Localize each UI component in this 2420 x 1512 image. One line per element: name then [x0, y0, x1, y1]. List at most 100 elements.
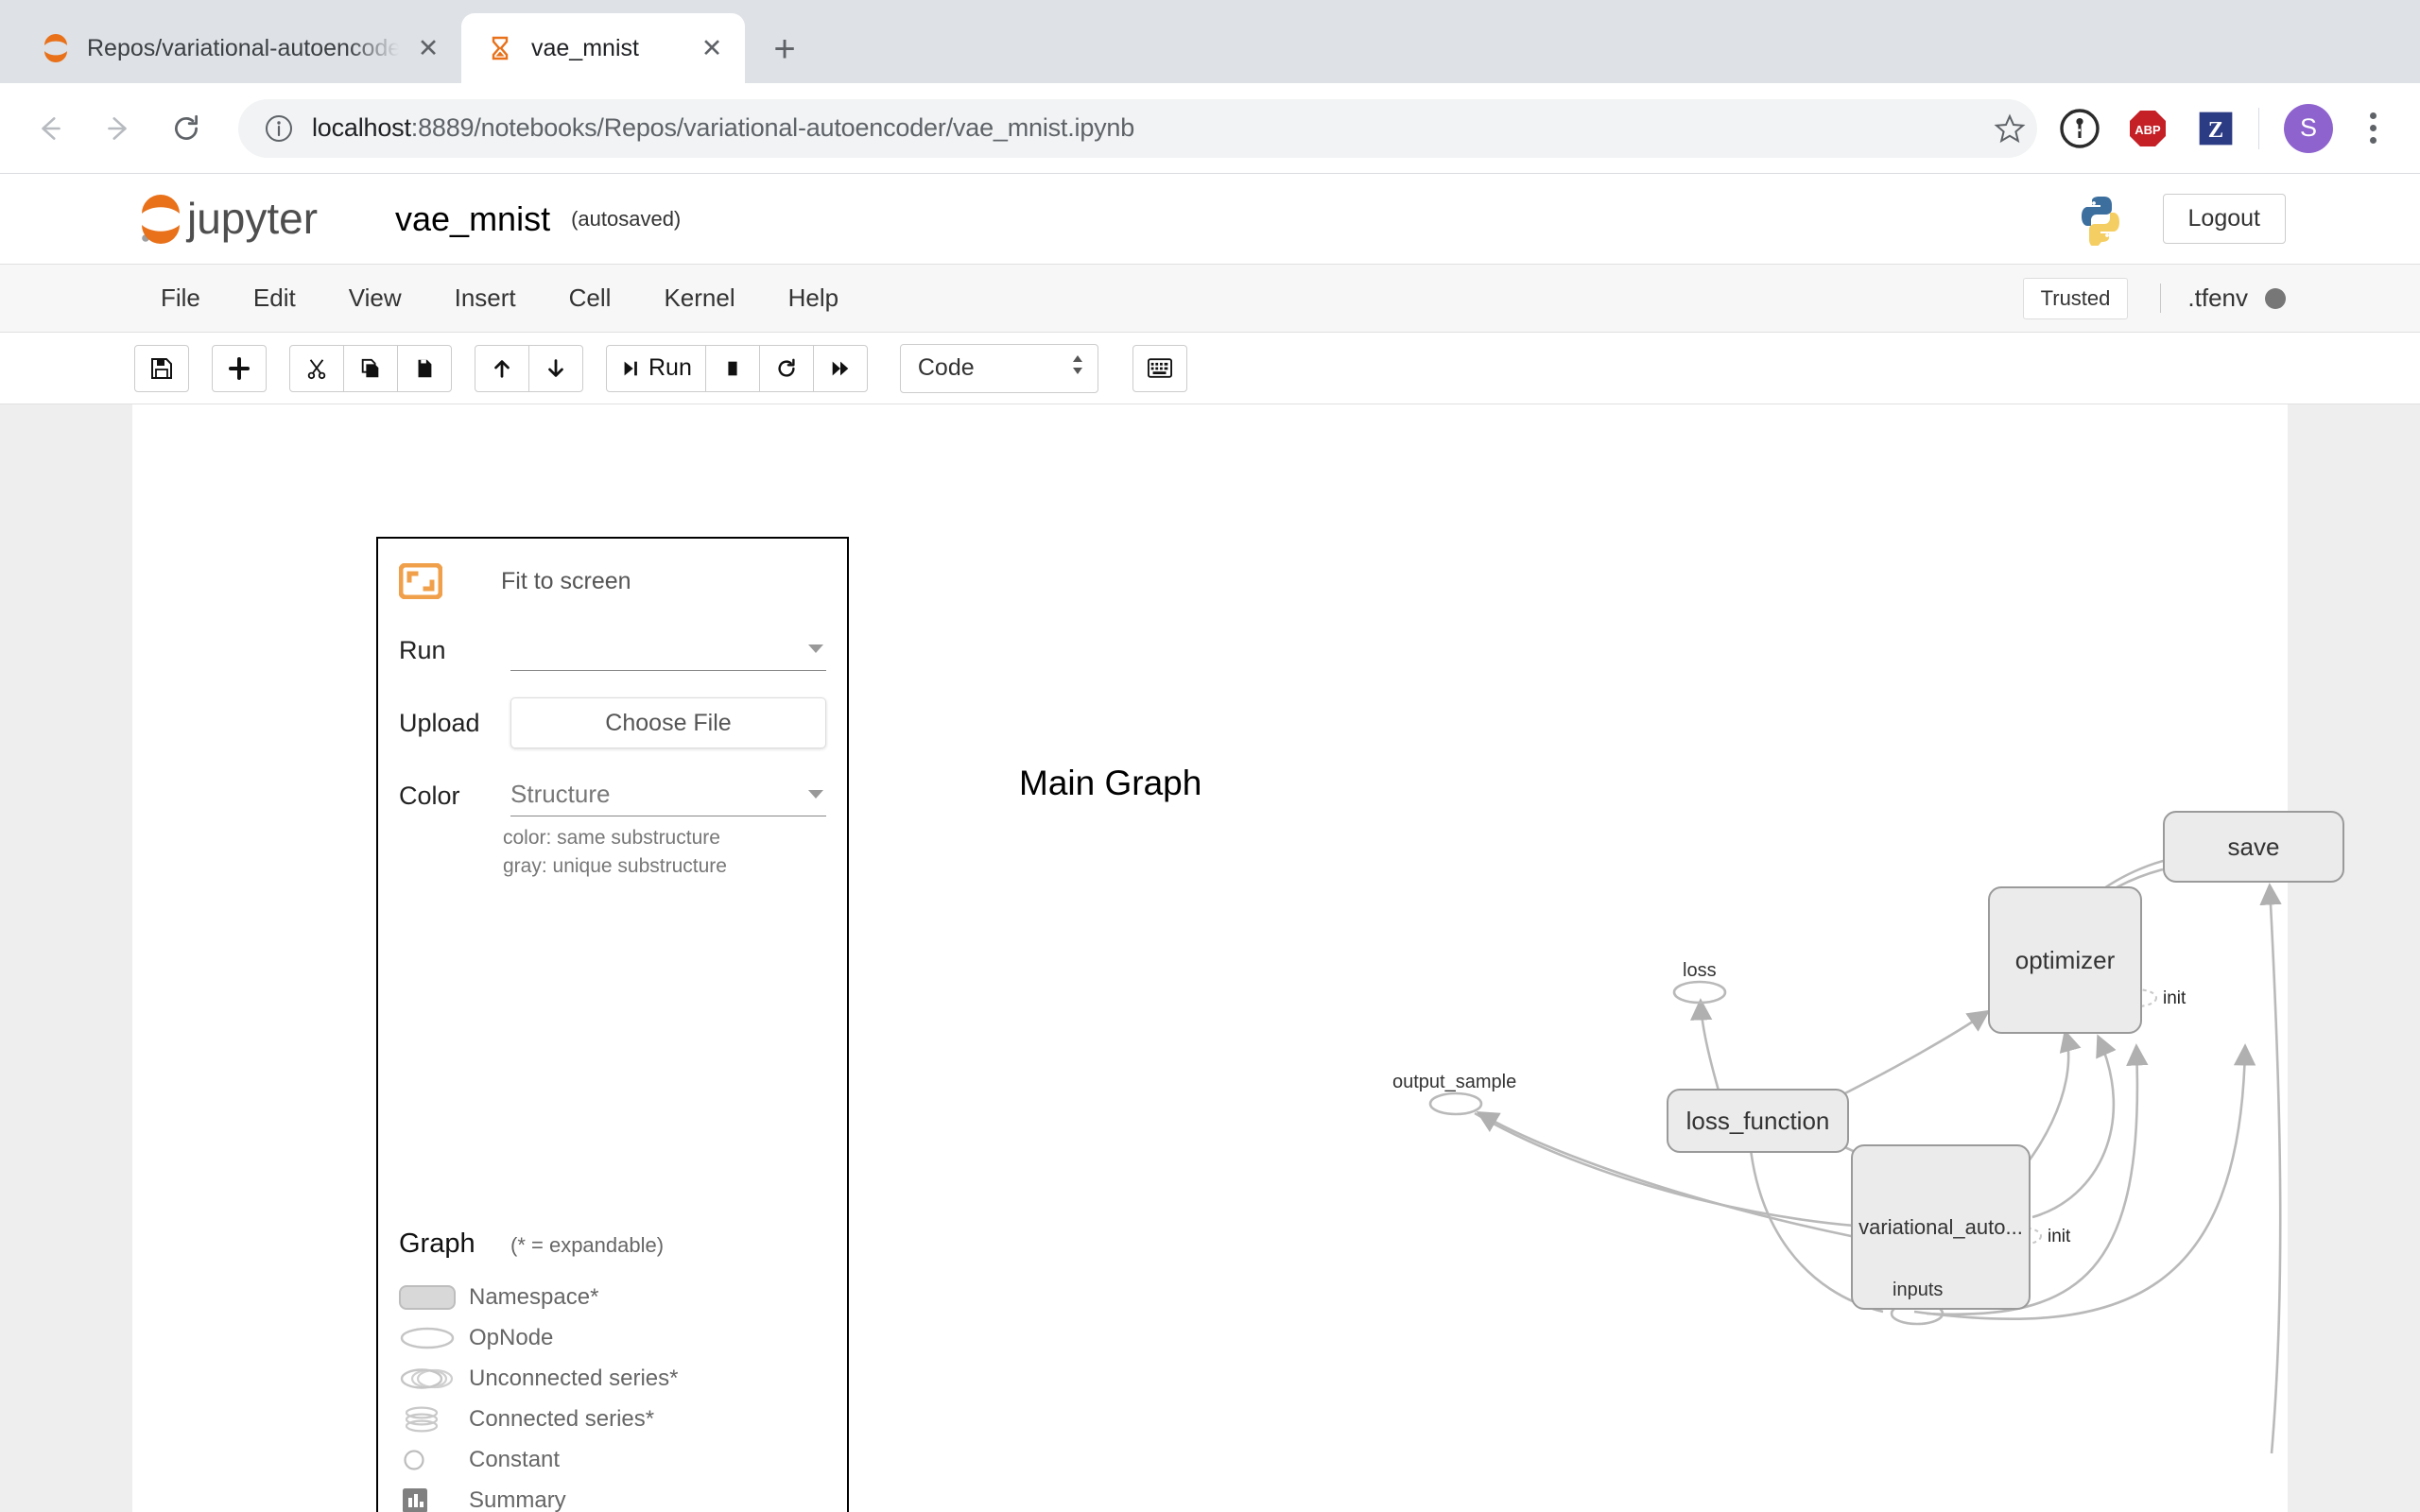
restart-and-run-all-button[interactable]: [812, 344, 868, 392]
site-info-icon[interactable]: [263, 112, 295, 145]
jupyter-logo-icon[interactable]: jupyter: [134, 189, 371, 249]
tab-strip: Repos/variational-autoencoder ✕ vae_mnis…: [0, 0, 2420, 83]
run-row: Run: [399, 629, 826, 671]
browser-tab-1[interactable]: vae_mnist ✕: [461, 13, 745, 83]
graph-node-label-loss: loss: [1683, 960, 1717, 981]
stepper-arrows-icon: [1071, 352, 1084, 384]
interrupt-kernel-button[interactable]: [704, 344, 760, 392]
menu-item-insert[interactable]: Insert: [428, 284, 543, 313]
menu-item-edit[interactable]: Edit: [227, 284, 322, 313]
url-path: :8889/notebooks/Repos/variational-autoen…: [410, 113, 1135, 142]
svg-text:ABP: ABP: [2135, 123, 2161, 137]
legend-note: (* = expandable): [510, 1233, 665, 1257]
bookmark-star-icon[interactable]: [1980, 99, 2039, 158]
graph-node-loss-function[interactable]: loss_function: [1667, 1089, 1849, 1153]
browser-tab-0[interactable]: Repos/variational-autoencoder ✕: [17, 13, 461, 83]
toolbar-group-move: [475, 344, 583, 392]
tab-title: vae_mnist: [531, 34, 639, 61]
graph-node-save[interactable]: save: [2163, 811, 2344, 883]
legend-label: Connected series*: [469, 1405, 655, 1432]
kernel-name: .tfenv: [2187, 284, 2248, 312]
forward-icon[interactable]: [89, 99, 147, 158]
toolbar-group-run: Run: [606, 344, 868, 392]
menu-item-kernel[interactable]: Kernel: [637, 284, 761, 313]
legend-item-constant: Constant: [399, 1439, 830, 1480]
choose-file-button[interactable]: Choose File: [510, 697, 826, 748]
legend-header: Graph (* = expandable): [399, 1228, 830, 1260]
browser-menu-icon[interactable]: [2346, 112, 2399, 144]
trusted-badge[interactable]: Trusted: [2022, 277, 2129, 319]
summary-icon: [399, 1486, 469, 1512]
color-note-line-1: color: same substructure: [503, 827, 720, 849]
run-cell-button[interactable]: Run: [606, 344, 706, 392]
fit-to-screen-label: Fit to screen: [501, 567, 631, 594]
zotero-icon[interactable]: Z: [2188, 101, 2243, 156]
jupyter-toolbar: Run Code: [0, 333, 2420, 404]
legend-label: OpNode: [469, 1324, 554, 1350]
upload-label: Upload: [399, 708, 480, 737]
graph-node-optimizer[interactable]: optimizer: [1988, 886, 2142, 1034]
address-bar[interactable]: localhost:8889/notebooks/Repos/variation…: [238, 98, 2037, 158]
namespace-icon: [399, 1284, 469, 1310]
insert-cell-below-button[interactable]: [212, 344, 267, 392]
move-cell-up-button[interactable]: [475, 344, 529, 392]
toolbar-group-clipboard: [289, 344, 452, 392]
toolbar-group-insert: [212, 344, 267, 392]
new-tab-button[interactable]: +: [756, 21, 813, 77]
menu-item-view[interactable]: View: [322, 284, 428, 313]
graph-node-label-inputs: inputs: [1893, 1280, 1944, 1300]
profile-avatar[interactable]: S: [2284, 103, 2333, 153]
menu-item-cell[interactable]: Cell: [543, 284, 638, 313]
graph-canvas[interactable]: Main Graph save optimizer loss_function …: [870, 461, 2344, 1512]
legend-item-connected-series: Connected series*: [399, 1399, 830, 1439]
tab-close-button[interactable]: ✕: [692, 28, 732, 68]
kernel-indicator[interactable]: .tfenv: [2160, 284, 2286, 313]
tensorboard-controls: Fit to screen Run Upload Choose File Col…: [378, 539, 847, 881]
back-icon[interactable]: [21, 99, 79, 158]
graph-node-label: optimizer: [2014, 945, 2116, 974]
copy-button[interactable]: [343, 344, 398, 392]
autosave-status: (autosaved): [571, 206, 682, 231]
graph-legend: Graph (* = expandable) Namespace* OpNode…: [399, 1228, 830, 1512]
color-select-value: Structure: [510, 779, 611, 808]
graph-node-label: loss_function: [1685, 1106, 1830, 1135]
jupyter-loading-icon: [42, 34, 70, 62]
opnode-icon: [399, 1326, 469, 1350]
restart-kernel-button[interactable]: [758, 344, 814, 392]
kernel-busy-dot-icon: [2265, 287, 2286, 309]
fit-to-screen-row[interactable]: Fit to screen: [398, 562, 826, 600]
legend-label: Constant: [469, 1446, 561, 1472]
fit-to-screen-icon[interactable]: [398, 562, 443, 600]
tensorboard-graph-output: Fit to screen Run Upload Choose File Col…: [376, 537, 849, 1512]
run-select[interactable]: [510, 629, 826, 671]
logout-button[interactable]: Logout: [2162, 194, 2286, 244]
open-command-palette-button[interactable]: [1132, 344, 1187, 392]
page-background-left: [0, 404, 132, 1512]
hourglass-icon: [486, 34, 514, 62]
cell-type-select[interactable]: Code: [899, 343, 1098, 393]
legend-item-namespace: Namespace*: [399, 1277, 830, 1317]
reload-icon[interactable]: [157, 99, 216, 158]
cut-button[interactable]: [289, 344, 344, 392]
legend-label: Namespace*: [469, 1283, 599, 1310]
tab-close-button[interactable]: ✕: [408, 28, 448, 68]
notebook-name[interactable]: vae_mnist: [395, 199, 550, 239]
jupyter-page: jupyter vae_mnist (autosaved) Logout Fil…: [0, 174, 2420, 1512]
graph-node-label-init-optimizer: init: [2163, 988, 2187, 1008]
move-cell-down-button[interactable]: [528, 344, 583, 392]
menu-item-help[interactable]: Help: [762, 284, 865, 313]
legend-item-opnode: OpNode: [399, 1317, 830, 1358]
svg-text:Z: Z: [2208, 117, 2223, 143]
menu-item-file[interactable]: File: [134, 284, 227, 313]
1password-icon[interactable]: [2052, 101, 2107, 156]
graph-node-label: variational_auto...: [1858, 1214, 2023, 1239]
paste-button[interactable]: [397, 344, 452, 392]
color-label: Color: [399, 781, 460, 810]
adblock-plus-icon[interactable]: ABP: [2120, 101, 2175, 156]
omnibar: localhost:8889/notebooks/Repos/variation…: [0, 83, 2420, 174]
save-button[interactable]: [134, 344, 189, 392]
page-background-right: [2288, 404, 2420, 1512]
unconnected-series-icon: [399, 1366, 469, 1391]
color-select[interactable]: Structure: [510, 775, 826, 816]
graph-node-label-output-sample: output_sample: [1392, 1072, 1517, 1092]
